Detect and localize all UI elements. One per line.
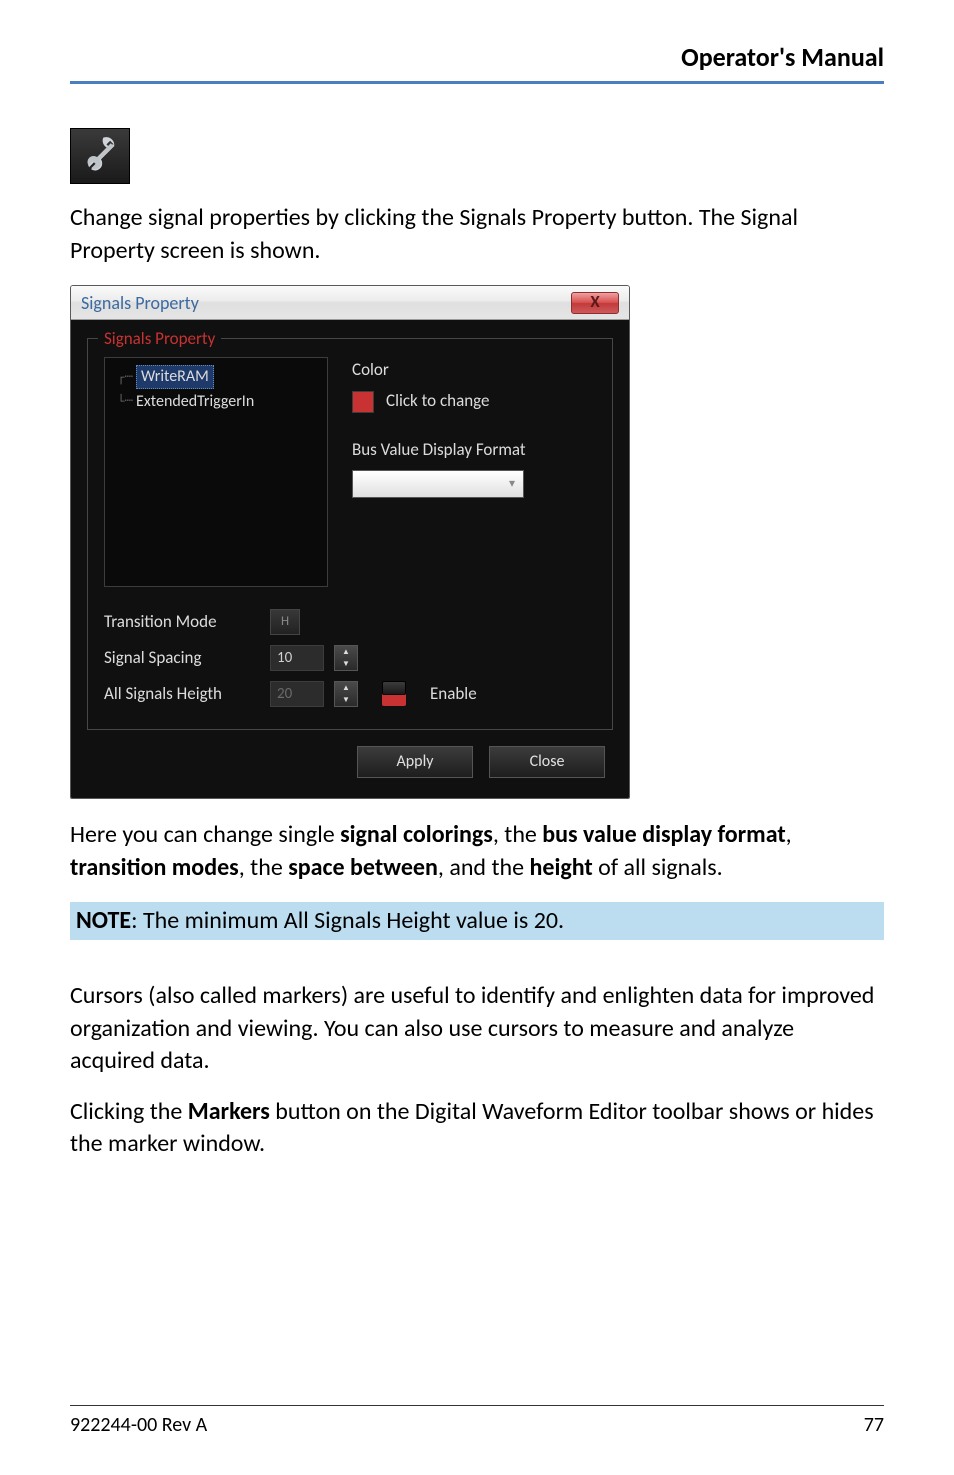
- markers-paragraph: Clicking the Markers button on the Digit…: [70, 1096, 884, 1161]
- color-swatch-button[interactable]: [352, 391, 374, 413]
- chevron-down-icon: ▾: [509, 476, 515, 492]
- tree-item-writeram[interactable]: ┌┈ WriteRAM: [111, 364, 321, 390]
- close-button[interactable]: Close: [489, 746, 605, 778]
- chevron-up-icon: ▲: [342, 647, 350, 658]
- toggle-knob-icon: [382, 681, 406, 695]
- color-label: Color: [352, 359, 526, 382]
- groupbox-legend: Signals Property: [98, 328, 221, 351]
- all-signals-height-stepper[interactable]: ▲ ▼: [334, 681, 358, 707]
- enable-label: Enable: [430, 683, 477, 706]
- color-hint: Click to change: [386, 390, 489, 413]
- footer-page-number: 77: [864, 1412, 884, 1439]
- page-header: Operator's Manual: [70, 40, 884, 84]
- window-close-button[interactable]: X: [571, 292, 619, 314]
- dialog-title: Signals Property: [81, 291, 199, 315]
- signals-property-button[interactable]: [70, 128, 130, 184]
- cursors-paragraph: Cursors (also called markers) are useful…: [70, 980, 884, 1077]
- caption-paragraph: Here you can change single signal colori…: [70, 819, 884, 884]
- chevron-down-icon: ▼: [342, 659, 350, 670]
- signals-property-groupbox: Signals Property ┌┈ WriteRAM └┈ Extended…: [87, 338, 613, 730]
- signals-tree[interactable]: ┌┈ WriteRAM └┈ ExtendedTriggerIn: [104, 357, 328, 587]
- footer-revision: 922244-00 Rev A: [70, 1412, 207, 1439]
- signal-spacing-label: Signal Spacing: [104, 647, 260, 670]
- transition-mode-label: Transition Mode: [104, 611, 260, 634]
- chevron-up-icon: ▲: [342, 683, 350, 694]
- enable-toggle[interactable]: [382, 682, 406, 706]
- transition-mode-glyph: H: [281, 613, 289, 631]
- page-footer: 922244-00 Rev A 77: [70, 1405, 884, 1439]
- all-signals-height-input: 20: [270, 681, 324, 707]
- tree-connector-icon: ┌┈: [111, 368, 133, 387]
- apply-button[interactable]: Apply: [357, 746, 473, 778]
- dialog-body: Signals Property ┌┈ WriteRAM └┈ Extended…: [71, 320, 629, 798]
- tree-item-label: ExtendedTriggerIn: [136, 391, 254, 413]
- intro-paragraph: Change signal properties by clicking the…: [70, 202, 884, 267]
- bus-value-format-label: Bus Value Display Format: [352, 439, 526, 462]
- all-signals-height-label: All Signals Heigth: [104, 683, 260, 706]
- tree-item-label: WriteRAM: [136, 365, 214, 389]
- header-title: Operator's Manual: [681, 41, 884, 73]
- signal-spacing-input[interactable]: 10: [270, 645, 324, 671]
- close-icon: X: [590, 291, 599, 314]
- signal-spacing-value: 10: [277, 648, 292, 668]
- tree-item-extendedtrigger[interactable]: └┈ ExtendedTriggerIn: [111, 390, 321, 414]
- apply-button-label: Apply: [397, 751, 434, 773]
- signals-property-dialog: Signals Property X Signals Property ┌┈ W…: [70, 285, 630, 799]
- dialog-titlebar[interactable]: Signals Property X: [71, 286, 629, 320]
- tree-connector-icon: └┈: [111, 392, 133, 411]
- chevron-down-icon: ▼: [342, 695, 350, 706]
- all-signals-height-value: 20: [277, 684, 292, 704]
- close-button-label: Close: [530, 751, 565, 773]
- note-callout: NOTE: The minimum All Signals Height val…: [70, 902, 884, 940]
- wrench-icon: [81, 133, 119, 180]
- transition-mode-button[interactable]: H: [270, 609, 300, 635]
- signal-spacing-stepper[interactable]: ▲ ▼: [334, 645, 358, 671]
- bus-value-format-combo[interactable]: ▾: [352, 470, 524, 498]
